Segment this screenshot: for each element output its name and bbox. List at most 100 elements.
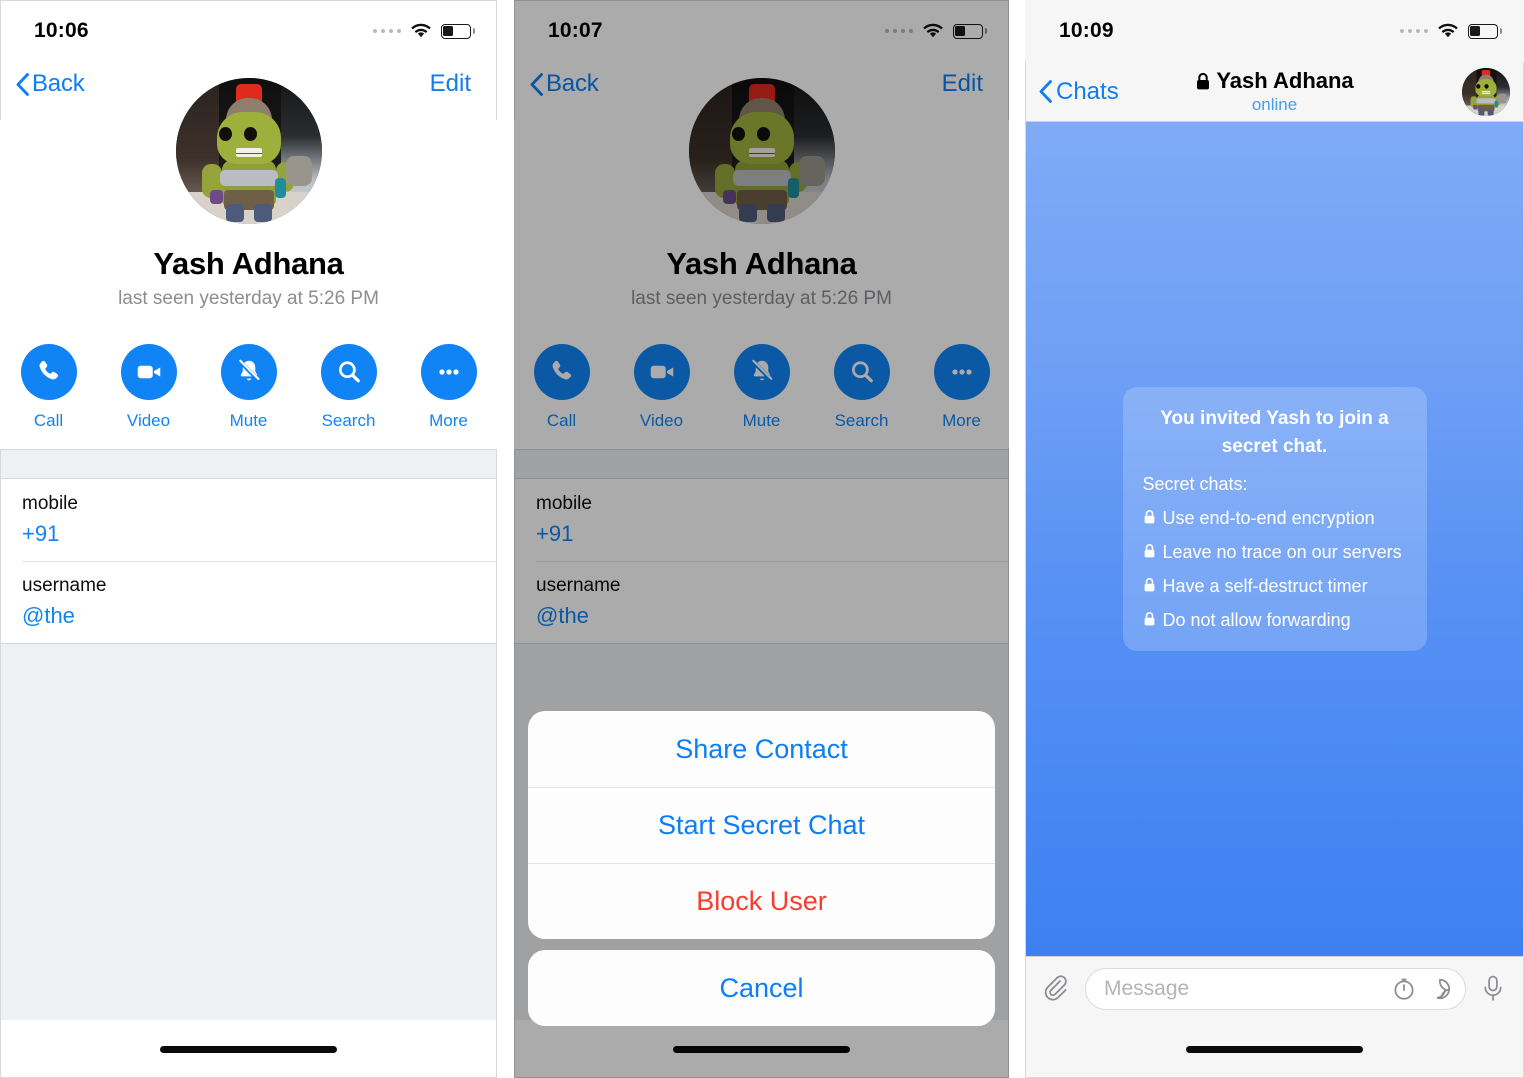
bell-slash-icon — [733, 344, 790, 400]
action-sheet: Share Contact Start Secret Chat Block Us… — [528, 711, 995, 1026]
chat-avatar[interactable] — [1462, 67, 1510, 116]
service-message-bullet: Use end-to-end encryption — [1143, 508, 1407, 529]
empty-area — [0, 644, 497, 1020]
home-indicator — [514, 1020, 1009, 1078]
search-icon — [320, 344, 377, 400]
info-row-username[interactable]: username @the — [514, 561, 1009, 643]
lock-icon — [1197, 72, 1210, 89]
contact-info-list: mobile +91 username @the — [0, 479, 497, 643]
action-more[interactable]: More — [933, 344, 990, 431]
bell-slash-icon — [220, 344, 277, 400]
three-screenshot-strip: 10:06 Back Edit Yash Adhana last seen ye… — [0, 0, 1524, 1078]
info-row-username[interactable]: username @the — [0, 561, 497, 643]
status-bar-time: 10:06 — [34, 19, 89, 42]
action-sheet-share-contact[interactable]: Share Contact — [528, 711, 995, 787]
profile-last-seen: last seen yesterday at 5:26 PM — [631, 288, 892, 309]
action-search-label: Search — [321, 411, 376, 430]
action-call[interactable]: Call — [20, 344, 77, 431]
ellipsis-icon — [420, 344, 477, 400]
action-search[interactable]: Search — [833, 344, 890, 431]
info-row-mobile-value: +91 — [22, 521, 60, 546]
profile-action-row: Call Video Mute Search More — [0, 344, 497, 449]
battery-icon — [1468, 23, 1502, 39]
service-message-intro: Secret chats: — [1142, 474, 1248, 495]
profile-header: Yash Adhana last seen yesterday at 5:26 … — [0, 78, 497, 449]
battery-icon — [441, 23, 475, 39]
info-row-mobile-label: mobile — [22, 493, 78, 514]
search-icon — [833, 344, 890, 400]
message-input-placeholder: Message — [1104, 976, 1190, 1000]
edit-button[interactable]: Edit — [942, 70, 983, 98]
action-video-label: Video — [639, 411, 684, 430]
phone-screen-contact-profile: 10:06 Back Edit Yash Adhana last seen ye… — [0, 0, 497, 1078]
strip-gap-2 — [1009, 0, 1025, 1078]
signal-dots-icon — [884, 28, 913, 34]
status-bar-time: 10:09 — [1059, 19, 1114, 42]
section-separator — [514, 449, 1009, 479]
info-row-mobile-value: +91 — [536, 521, 574, 546]
phone-screen-secret-chat: 10:09 Chats Yash Adhana online You invit… — [1025, 0, 1524, 1078]
chat-navigation-bar: Chats Yash Adhana online — [1025, 62, 1524, 122]
action-mute[interactable]: Mute — [733, 344, 790, 431]
info-row-mobile[interactable]: mobile +91 — [514, 479, 1009, 561]
lock-icon — [1144, 544, 1154, 558]
service-message-bullet-label: Leave no trace on our servers — [1162, 542, 1402, 563]
back-button[interactable]: Back — [530, 70, 599, 98]
service-message-bullet: Have a self-destruct timer — [1143, 576, 1407, 597]
video-camera-icon — [120, 344, 177, 400]
action-more[interactable]: More — [420, 344, 477, 431]
phone-icon — [20, 344, 77, 400]
phone-icon — [533, 344, 590, 400]
self-destruct-timer-icon[interactable] — [1391, 976, 1417, 1002]
back-button-label: Back — [546, 70, 599, 97]
info-row-mobile-label: mobile — [536, 493, 592, 514]
lock-icon — [1144, 578, 1154, 592]
service-message-bullet-label: Use end-to-end encryption — [1162, 508, 1375, 529]
info-row-username-label: username — [536, 575, 621, 596]
action-mute-label: Mute — [742, 411, 781, 430]
action-mute[interactable]: Mute — [220, 344, 277, 431]
action-sheet-start-secret-chat[interactable]: Start Secret Chat — [528, 787, 995, 863]
message-input-field[interactable]: Message — [1085, 967, 1466, 1010]
service-message-bullet-label: Do not allow forwarding — [1162, 610, 1351, 631]
action-call[interactable]: Call — [533, 344, 590, 431]
profile-action-row: Call Video Mute Search More — [514, 344, 1009, 449]
chats-back-label: Chats — [1056, 77, 1119, 105]
edit-button[interactable]: Edit — [430, 70, 471, 98]
home-indicator — [1025, 1020, 1524, 1078]
info-row-mobile[interactable]: mobile +91 — [0, 479, 497, 561]
back-button[interactable]: Back — [16, 70, 85, 98]
action-video[interactable]: Video — [633, 344, 690, 431]
lock-icon — [1144, 510, 1154, 524]
info-row-username-value: @the — [536, 603, 589, 628]
signal-dots-icon — [372, 28, 401, 34]
wifi-icon — [923, 23, 943, 38]
service-message-bullet-label: Have a self-destruct timer — [1162, 576, 1368, 597]
video-camera-icon — [633, 344, 690, 400]
action-sheet-block-user[interactable]: Block User — [528, 863, 995, 939]
chevron-left-icon — [530, 72, 543, 96]
profile-header: Yash Adhana last seen yesterday at 5:26 … — [514, 78, 1009, 449]
contact-info-list: mobile +91 username @the — [514, 479, 1009, 643]
battery-icon — [953, 23, 987, 39]
status-bar: 10:07 — [514, 0, 1009, 62]
section-separator — [0, 449, 497, 479]
microphone-icon[interactable] — [1480, 974, 1506, 1004]
phone-screen-action-sheet: 10:07 Back Edit Yash Adhana last seen ye… — [514, 0, 1009, 1078]
info-row-username-label: username — [22, 575, 107, 596]
action-search[interactable]: Search — [320, 344, 377, 431]
action-video[interactable]: Video — [120, 344, 177, 431]
profile-name: Yash Adhana — [153, 246, 344, 281]
wifi-icon — [411, 23, 431, 38]
chats-back-button[interactable]: Chats — [1039, 78, 1119, 106]
chevron-left-icon — [16, 72, 29, 96]
action-sheet-options: Share Contact Start Secret Chat Block Us… — [528, 711, 995, 939]
secret-chat-service-message: You invited Yash to join a secret chat. … — [1122, 386, 1427, 652]
sticker-icon[interactable] — [1427, 976, 1453, 1002]
paperclip-icon[interactable] — [1043, 974, 1071, 1003]
service-message-bullet: Leave no trace on our servers — [1143, 542, 1407, 563]
back-button-label: Back — [32, 70, 85, 97]
action-more-label: More — [942, 411, 981, 430]
action-sheet-cancel[interactable]: Cancel — [528, 950, 995, 1026]
navigation-bar: Back Edit — [514, 62, 1009, 120]
